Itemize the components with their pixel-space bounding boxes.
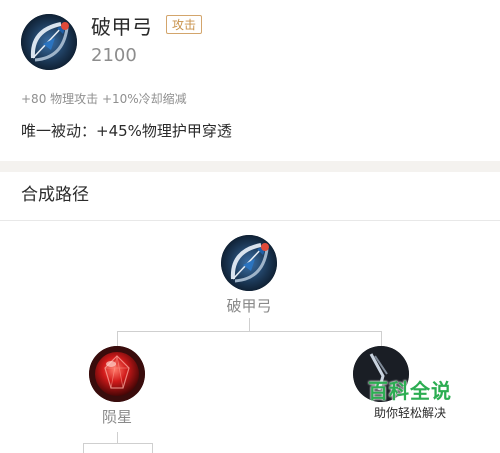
bow-item-icon (221, 235, 277, 291)
item-price: 2100 (91, 45, 137, 66)
tree-connector (117, 331, 118, 347)
recipe-section-title: 合成路径 (21, 185, 89, 205)
recipe-root-label: 破甲弓 (226, 297, 272, 315)
section-separator (0, 161, 500, 172)
section-divider (0, 220, 500, 221)
recipe-root-node[interactable]: 破甲弓 (209, 235, 289, 316)
item-passive: 唯一被动：+45%物理护甲穿透 (21, 122, 232, 140)
tree-connector (381, 331, 382, 347)
tree-connector (249, 318, 250, 332)
tree-connector (83, 443, 84, 453)
watermark-logo: 百科全说 助你轻松解决 (360, 379, 460, 421)
watermark-title: 百科全说 (368, 379, 452, 403)
red-gem-item-icon (89, 346, 145, 402)
item-stats: +80 物理攻击 +10%冷却缩减 (21, 92, 187, 106)
recipe-child-label: 陨星 (101, 408, 132, 426)
tree-connector (83, 443, 153, 444)
tree-connector (152, 443, 153, 453)
bow-item-icon (21, 14, 77, 70)
item-name: 破甲弓 (91, 15, 153, 39)
tree-connector (117, 331, 382, 332)
item-detail-page: 破甲弓 攻击 2100 +80 物理攻击 +10%冷却缩减 唯一被动：+45%物… (0, 0, 500, 453)
recipe-child-node[interactable]: 陨星 (77, 346, 157, 427)
item-type-badge: 攻击 (166, 15, 203, 34)
watermark-subtitle: 助你轻松解决 (373, 406, 446, 420)
